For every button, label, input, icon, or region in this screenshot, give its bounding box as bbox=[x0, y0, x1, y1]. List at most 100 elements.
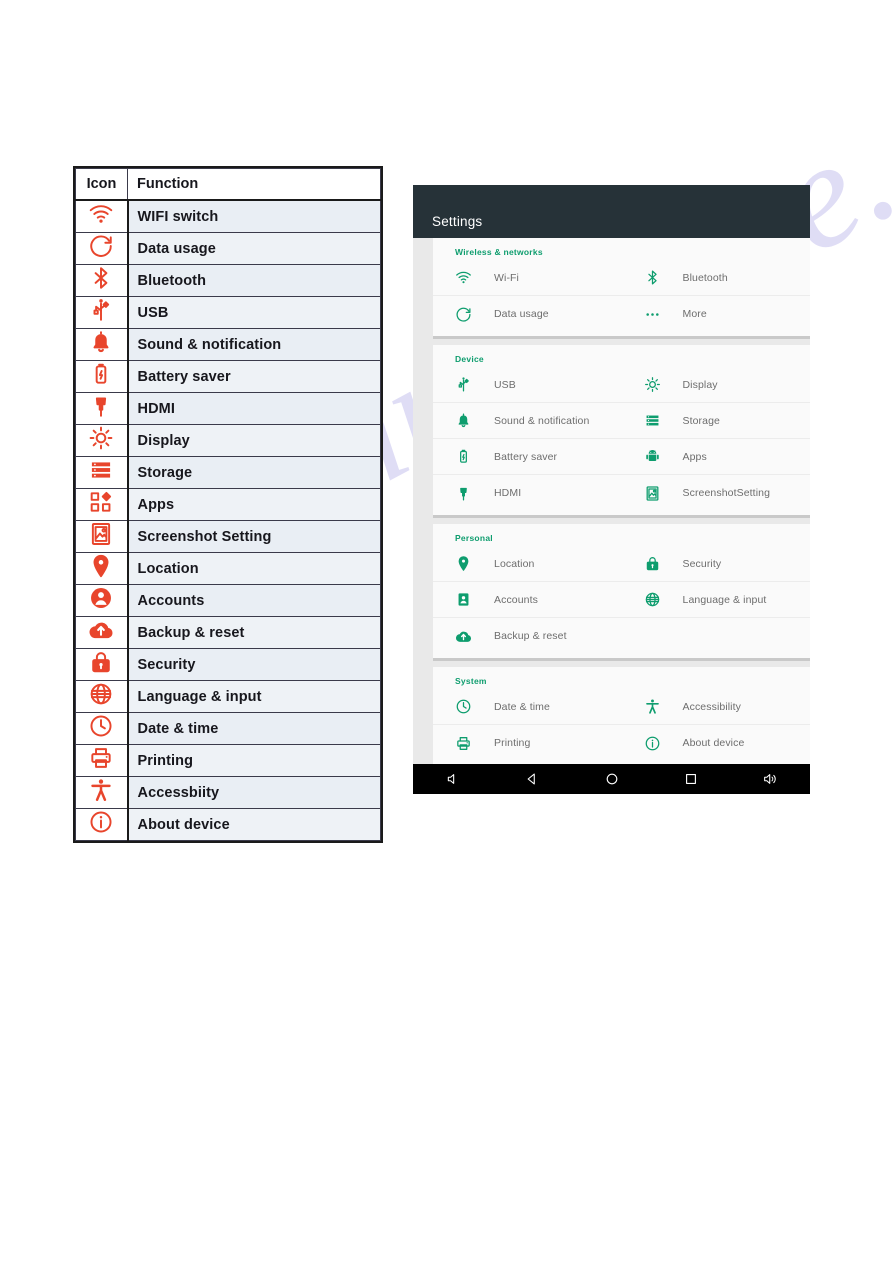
icon-function-table: Icon Function WIFI switch Data usage Bluet… bbox=[73, 166, 383, 843]
settings-item-sound-notification[interactable]: Sound & notification bbox=[433, 403, 622, 439]
settings-appbar: Settings bbox=[413, 185, 810, 238]
settings-item-battery-saver[interactable]: Battery saver bbox=[433, 439, 622, 475]
table-row: Printing bbox=[75, 744, 381, 777]
table-row: Date & time bbox=[75, 712, 381, 745]
nav-back-icon[interactable] bbox=[492, 764, 571, 794]
table-cell-function: Security bbox=[127, 648, 381, 681]
settings-item-accessibility[interactable]: Accessibility bbox=[621, 689, 810, 725]
brightness-icon bbox=[88, 425, 114, 451]
screenshot-icon bbox=[644, 485, 661, 502]
table-cell-icon bbox=[75, 424, 129, 457]
accounts-person-icon bbox=[88, 585, 114, 611]
table-cell-icon bbox=[75, 264, 129, 297]
settings-item-label: Apps bbox=[682, 450, 707, 463]
nav-volume-up-icon[interactable] bbox=[731, 764, 810, 794]
settings-row: Battery saver Apps bbox=[433, 439, 810, 475]
settings-row: Wi-Fi Bluetooth bbox=[433, 260, 810, 296]
backup-cloud-icon bbox=[455, 628, 472, 645]
settings-item-label: Battery saver bbox=[494, 450, 558, 463]
table-cell-function: Battery saver bbox=[127, 360, 381, 393]
table-cell-function: Language & input bbox=[127, 680, 381, 713]
nav-volume-down-icon[interactable] bbox=[413, 764, 492, 794]
table-cell-function: USB bbox=[127, 296, 381, 329]
settings-item-label: Printing bbox=[494, 737, 531, 749]
settings-item-location[interactable]: Location bbox=[433, 546, 622, 582]
location-pin-icon bbox=[455, 555, 472, 572]
screenshot-icon bbox=[88, 521, 114, 547]
table-cell-icon bbox=[75, 328, 129, 361]
settings-item-language-input[interactable]: Language & input bbox=[621, 582, 810, 618]
bell-icon bbox=[455, 412, 472, 429]
info-icon bbox=[88, 809, 114, 835]
settings-item-data-usage[interactable]: Data usage bbox=[433, 296, 622, 332]
settings-row: Backup & reset bbox=[433, 618, 810, 654]
hdmi-icon bbox=[88, 393, 114, 419]
settings-item-bluetooth[interactable]: Bluetooth bbox=[621, 260, 810, 296]
table-cell-icon bbox=[75, 488, 129, 521]
table-cell-icon bbox=[75, 520, 129, 553]
table-cell-function: Sound & notification bbox=[127, 328, 381, 361]
table-cell-icon bbox=[75, 776, 129, 809]
table-cell-function: Date & time bbox=[127, 712, 381, 745]
table-cell-icon bbox=[75, 680, 129, 713]
brightness-icon bbox=[644, 376, 661, 393]
android-settings-screenshot: Settings Wireless & networks Wi-Fi Bluetoo… bbox=[413, 185, 810, 794]
settings-section-device: Device USB Display Sound & notification Stor… bbox=[433, 345, 810, 518]
settings-item-backup-reset[interactable]: Backup & reset bbox=[433, 618, 622, 654]
apps-android-icon bbox=[644, 448, 661, 465]
settings-item-screenshotsetting[interactable]: ScreenshotSetting bbox=[622, 475, 811, 511]
settings-row: Location Security bbox=[433, 546, 810, 582]
settings-item-label: Display bbox=[682, 378, 718, 391]
accessibility-icon bbox=[88, 777, 114, 803]
settings-row: Accounts Language & input bbox=[433, 582, 810, 618]
settings-item-apps[interactable]: Apps bbox=[621, 439, 810, 475]
table-row: USB bbox=[75, 296, 381, 329]
settings-item-more[interactable]: More bbox=[622, 296, 811, 332]
settings-item-storage[interactable]: Storage bbox=[621, 403, 810, 439]
settings-item-usb[interactable]: USB bbox=[433, 367, 622, 403]
table-cell-function: Data usage bbox=[127, 232, 381, 265]
settings-section-system: System Date & time Accessibility Printing Ab… bbox=[433, 667, 810, 764]
table-cell-icon bbox=[75, 584, 129, 617]
settings-section-personal: Personal Location Security Accounts Language… bbox=[433, 524, 810, 661]
settings-item-wi-fi[interactable]: Wi-Fi bbox=[433, 260, 622, 296]
bluetooth-icon bbox=[644, 269, 661, 286]
section-title: Wireless & networks bbox=[455, 247, 543, 257]
section-title: Device bbox=[455, 354, 484, 364]
settings-item-label: Bluetooth bbox=[682, 271, 728, 284]
table-row: About device bbox=[75, 808, 381, 841]
settings-item-accounts[interactable]: Accounts bbox=[433, 582, 622, 618]
settings-item-hdmi[interactable]: HDMI bbox=[433, 475, 622, 511]
settings-row: Sound & notification Storage bbox=[433, 403, 810, 439]
accessibility-icon bbox=[644, 698, 661, 715]
nav-recents-icon[interactable] bbox=[651, 764, 730, 794]
info-icon bbox=[644, 735, 661, 752]
section-title: System bbox=[455, 676, 487, 686]
wifi-icon bbox=[455, 269, 472, 286]
table-cell-icon bbox=[75, 296, 129, 329]
table-row: Screenshot Setting bbox=[75, 520, 381, 553]
table-row: WIFI switch bbox=[75, 199, 381, 233]
table-cell-function: About device bbox=[127, 808, 381, 841]
settings-item-label: About device bbox=[682, 737, 745, 749]
settings-item-security[interactable]: Security bbox=[621, 546, 810, 582]
settings-row: Date & time Accessibility bbox=[433, 689, 810, 725]
table-row: Display bbox=[75, 424, 381, 457]
table-cell-function: Backup & reset bbox=[127, 616, 381, 649]
table-row: Battery saver bbox=[75, 360, 381, 393]
location-pin-icon bbox=[88, 553, 114, 579]
settings-scroll-body[interactable]: Wireless & networks Wi-Fi Bluetooth Data us… bbox=[413, 238, 810, 764]
settings-item-label: More bbox=[682, 308, 707, 320]
settings-item-empty bbox=[622, 618, 811, 654]
table-row: Accounts bbox=[75, 584, 381, 617]
settings-item-printing[interactable]: Printing bbox=[433, 725, 622, 761]
settings-item-label: Storage bbox=[682, 414, 720, 427]
settings-item-date-time[interactable]: Date & time bbox=[433, 689, 622, 725]
settings-row: HDMI ScreenshotSetting bbox=[433, 475, 810, 511]
settings-item-about-device[interactable]: About device bbox=[622, 725, 811, 761]
printer-icon bbox=[88, 745, 114, 771]
nav-home-icon[interactable] bbox=[572, 764, 651, 794]
clock-icon bbox=[455, 698, 472, 715]
settings-item-display[interactable]: Display bbox=[621, 367, 810, 403]
table-cell-function: Screenshot Setting bbox=[127, 520, 381, 553]
